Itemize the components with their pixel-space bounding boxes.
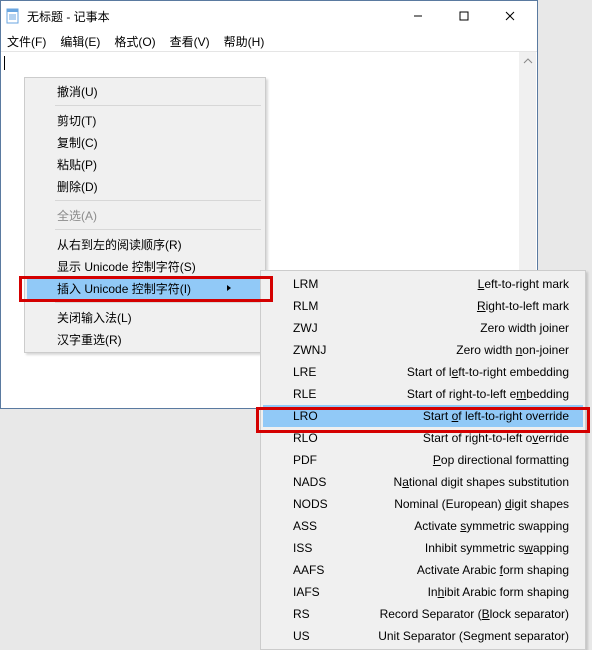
unicode-code: LRO — [293, 409, 318, 423]
submenu-item[interactable]: RLM Right-to-left mark — [263, 295, 583, 317]
unicode-code: NADS — [293, 475, 326, 489]
titlebar: 无标题 - 记事本 — [1, 1, 537, 31]
submenu-item[interactable]: ZWJ Zero width joiner — [263, 317, 583, 339]
menu-item-label: 汉字重选(R) — [57, 331, 122, 348]
menu-item[interactable]: 撤消(U) — [27, 80, 263, 102]
unicode-description: Unit Separator (Segment separator) — [378, 629, 569, 643]
submenu-item[interactable]: LRE Start of left-to-right embedding — [263, 361, 583, 383]
unicode-description: Pop directional formatting — [433, 453, 569, 467]
unicode-description: Start of right-to-left override — [423, 431, 569, 445]
notepad-icon — [5, 8, 21, 24]
unicode-description: Left-to-right mark — [478, 277, 569, 291]
menu-view[interactable]: 查看(V) — [166, 31, 214, 52]
menu-item[interactable]: 关闭输入法(L) — [27, 306, 263, 328]
unicode-description: Zero width joiner — [480, 321, 569, 335]
maximize-button[interactable] — [441, 1, 487, 31]
unicode-code: ZWNJ — [293, 343, 326, 357]
submenu-item[interactable]: NADS National digit shapes substitution — [263, 471, 583, 493]
unicode-submenu: LRM Left-to-right mark RLM Right-to-left ma… — [260, 270, 586, 650]
menubar: 文件(F) 编辑(E) 格式(O) 查看(V) 帮助(H) — [1, 31, 537, 51]
unicode-code: RLM — [293, 299, 318, 313]
menu-item[interactable]: 显示 Unicode 控制字符(S) — [27, 255, 263, 277]
unicode-description: Right-to-left mark — [477, 299, 569, 313]
submenu-item[interactable]: ISS Inhibit symmetric swapping — [263, 537, 583, 559]
submenu-arrow-icon — [205, 281, 233, 295]
unicode-description: Start of left-to-right embedding — [407, 365, 569, 379]
submenu-item[interactable]: ZWNJ Zero width non-joiner — [263, 339, 583, 361]
menu-item[interactable]: 复制(C) — [27, 131, 263, 153]
menu-item-label: 显示 Unicode 控制字符(S) — [57, 258, 196, 275]
menu-help[interactable]: 帮助(H) — [220, 31, 269, 52]
unicode-code: PDF — [293, 453, 317, 467]
unicode-description: Start of left-to-right override — [423, 409, 569, 423]
submenu-item[interactable]: US Unit Separator (Segment separator) — [263, 625, 583, 647]
menu-item[interactable]: 从右到左的阅读顺序(R) — [27, 233, 263, 255]
menu-item[interactable]: 粘贴(P) — [27, 153, 263, 175]
menu-item: 全选(A) — [27, 204, 263, 226]
menu-item[interactable]: 汉字重选(R) — [27, 328, 263, 350]
unicode-code: LRM — [293, 277, 318, 291]
scroll-up-icon[interactable] — [519, 52, 536, 69]
submenu-item[interactable]: LRO Start of left-to-right override — [263, 405, 583, 427]
unicode-code: AAFS — [293, 563, 324, 577]
unicode-description: Activate Arabic form shaping — [417, 563, 569, 577]
unicode-code: LRE — [293, 365, 316, 379]
submenu-item[interactable]: IAFS Inhibit Arabic form shaping — [263, 581, 583, 603]
unicode-description: National digit shapes substitution — [394, 475, 569, 489]
context-menu: 撤消(U) 剪切(T) 复制(C) 粘贴(P) 删除(D) 全选(A) 从右到左的阅读顺序(… — [24, 77, 266, 353]
window-title: 无标题 - 记事本 — [27, 8, 395, 25]
unicode-description: Nominal (European) digit shapes — [394, 497, 569, 511]
menu-item-label: 剪切(T) — [57, 112, 96, 129]
menu-item[interactable]: 剪切(T) — [27, 109, 263, 131]
unicode-code: RS — [293, 607, 310, 621]
unicode-description: Start of right-to-left embedding — [407, 387, 569, 401]
menu-file[interactable]: 文件(F) — [3, 31, 50, 52]
unicode-description: Inhibit symmetric swapping — [425, 541, 569, 555]
submenu-item[interactable]: RLE Start of right-to-left embedding — [263, 383, 583, 405]
menu-item-label: 关闭输入法(L) — [57, 309, 132, 326]
text-caret — [4, 56, 5, 70]
close-button[interactable] — [487, 1, 533, 31]
menu-item[interactable]: 删除(D) — [27, 175, 263, 197]
menu-item-label: 从右到左的阅读顺序(R) — [57, 236, 182, 253]
menu-item-label: 粘贴(P) — [57, 156, 97, 173]
unicode-code: RLE — [293, 387, 316, 401]
unicode-description: Activate symmetric swapping — [414, 519, 569, 533]
unicode-description: Record Separator (Block separator) — [380, 607, 569, 621]
menu-item-label: 复制(C) — [57, 134, 98, 151]
menu-item-label: 全选(A) — [57, 207, 97, 224]
submenu-item[interactable]: RS Record Separator (Block separator) — [263, 603, 583, 625]
menu-item-label: 插入 Unicode 控制字符(I) — [57, 280, 191, 297]
menu-item-label: 撤消(U) — [57, 83, 98, 100]
unicode-code: NODS — [293, 497, 328, 511]
submenu-item[interactable]: NODS Nominal (European) digit shapes — [263, 493, 583, 515]
menu-item[interactable]: 插入 Unicode 控制字符(I) — [27, 277, 263, 299]
menu-separator — [55, 200, 261, 201]
menu-format[interactable]: 格式(O) — [110, 31, 159, 52]
submenu-item[interactable]: ASS Activate symmetric swapping — [263, 515, 583, 537]
submenu-item[interactable]: PDF Pop directional formatting — [263, 449, 583, 471]
menu-separator — [55, 105, 261, 106]
submenu-item[interactable]: RLO Start of right-to-left override — [263, 427, 583, 449]
menu-separator — [55, 229, 261, 230]
menu-edit[interactable]: 编辑(E) — [56, 31, 104, 52]
unicode-code: IAFS — [293, 585, 320, 599]
submenu-item[interactable]: AAFS Activate Arabic form shaping — [263, 559, 583, 581]
unicode-description: Zero width non-joiner — [456, 343, 569, 357]
submenu-item[interactable]: LRM Left-to-right mark — [263, 273, 583, 295]
unicode-code: RLO — [293, 431, 318, 445]
minimize-button[interactable] — [395, 1, 441, 31]
menu-separator — [55, 302, 261, 303]
window-buttons — [395, 1, 533, 31]
unicode-code: ZWJ — [293, 321, 318, 335]
unicode-code: ISS — [293, 541, 312, 555]
menu-item-label: 删除(D) — [57, 178, 98, 195]
unicode-code: ASS — [293, 519, 317, 533]
unicode-code: US — [293, 629, 310, 643]
unicode-description: Inhibit Arabic form shaping — [428, 585, 569, 599]
